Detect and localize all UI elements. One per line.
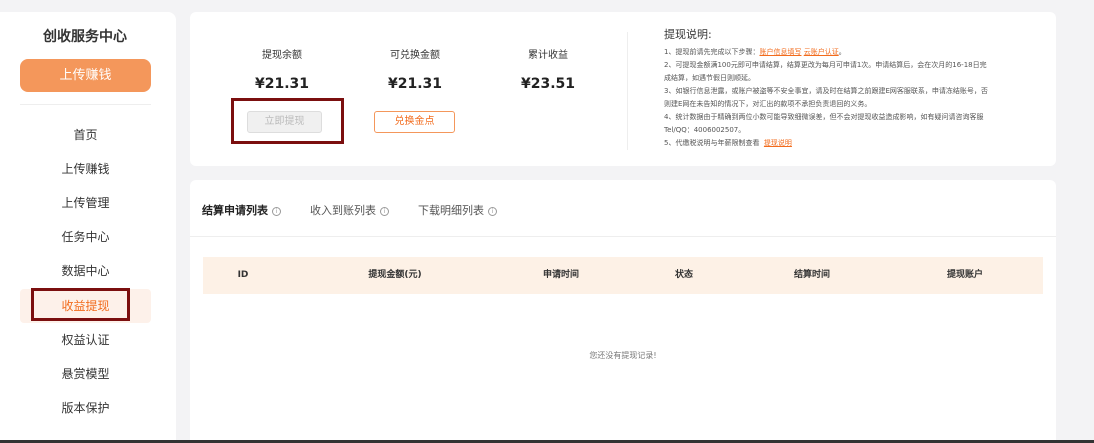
column-header-settle-time: 结算时间 [793, 270, 830, 280]
withdrawable-value: ¥21.31 [254, 76, 310, 92]
note-line-5: 5、代缴税说明与年薪限制查看 提现说明 [664, 137, 1042, 150]
sidebar-item-upload-manage[interactable]: 上传管理 [20, 186, 151, 220]
tab-download-detail-list-label: 下载明细列表 [418, 204, 484, 217]
empty-state-text: 您还没有提现记录! [589, 351, 657, 360]
column-header-status: 状态 [674, 270, 693, 280]
tab-income-list[interactable]: 收入到账列表 i [310, 202, 389, 218]
sidebar-item-task-center[interactable]: 任务中心 [20, 220, 151, 254]
account-info-link[interactable]: 账户信息填写 [759, 48, 801, 56]
info-icon: i [380, 207, 389, 216]
sidebar-item-version-protection[interactable]: 版本保护 [20, 391, 151, 425]
withdraw-notes: 1、提现前请先完成以下步骤：账户信息填写 云账户认证。 2、可提现金额满100元… [664, 46, 1042, 150]
note-line-4a: 4、统计数据由于精确到两位小数可能导致细微误差，但不会对提现收益造成影响，如有疑… [664, 113, 984, 121]
note-line-1-text: 1、提现前请先完成以下步骤： [664, 48, 760, 56]
note-line-2a: 2、可提现金额满100元即可申请结算，结算更改为每月可申请1次。申请结算后，会在… [664, 61, 987, 69]
tab-income-list-label: 收入到账列表 [310, 204, 376, 217]
tabs-divider [190, 236, 1056, 237]
records-card: 结算申请列表 i 收入到账列表 i 下载明细列表 i ID 提现金额(元) 申请时间 … [190, 180, 1056, 443]
withdrawable-label: 提现余额 [262, 50, 302, 61]
info-icon: i [272, 207, 281, 216]
upload-earn-button[interactable]: 上传赚钱 [20, 59, 151, 92]
column-header-apply-time: 申请时间 [542, 270, 579, 280]
info-icon: i [488, 207, 497, 216]
cumulative-value: ¥23.51 [520, 76, 576, 92]
sidebar-item-upload-earn[interactable]: 上传赚钱 [20, 152, 151, 186]
table-header: ID 提现金额(元) 申请时间 状态 结算时间 提现账户 [203, 257, 1043, 294]
column-header-account: 提现账户 [946, 270, 983, 280]
highlight-box-withdraw [231, 98, 344, 144]
column-header-amount: 提现金额(元) [368, 270, 422, 280]
cloud-account-auth-link[interactable]: 云账户认证 [804, 48, 839, 56]
sidebar-divider [20, 104, 151, 105]
notes-title: 提现说明: [664, 28, 712, 41]
column-header-id: ID [237, 270, 249, 280]
note-line-1-suffix: 。 [838, 48, 846, 56]
tab-settlement-list-label: 结算申请列表 [202, 204, 268, 217]
withdraw-explanation-link[interactable]: 提现说明 [764, 139, 792, 147]
brand-title: 创收服务中心 [43, 29, 127, 45]
tab-settlement-list[interactable]: 结算申请列表 i [202, 202, 281, 218]
note-line-3b: 则建E网在未告知的情况下，对汇出的款项不承担负责退回的义务。 [664, 100, 872, 108]
exchange-points-button[interactable]: 兑换金点 [374, 111, 455, 133]
tab-download-detail-list[interactable]: 下载明细列表 i [418, 202, 497, 218]
note-line-3a: 3、如银行信息泄露，或账户被盗等不安全事宜，请及时在结算之前跟建E网客服联系，申… [664, 87, 988, 95]
card-divider [627, 32, 628, 150]
exchangeable-label: 可兑换金额 [390, 50, 440, 61]
sidebar-item-rights-certification[interactable]: 权益认证 [20, 323, 151, 357]
note-line-2b: 成结算，如遇节假日则顺延。 [664, 74, 755, 82]
exchangeable-value: ¥21.31 [387, 76, 443, 92]
sidebar: 创收服务中心 上传赚钱 首页 上传赚钱 上传管理 任务中心 数据中心 收益提现 … [0, 12, 176, 443]
cumulative-label: 累计收益 [528, 50, 568, 61]
note-line-5-text: 5、代缴税说明与年薪限制查看 [664, 139, 760, 147]
sidebar-item-bounty-model[interactable]: 悬赏模型 [20, 357, 151, 391]
sidebar-item-data-center[interactable]: 数据中心 [20, 254, 151, 288]
highlight-box-sidebar [31, 288, 130, 321]
sidebar-item-home[interactable]: 首页 [20, 118, 151, 152]
note-line-1: 1、提现前请先完成以下步骤：账户信息填写 云账户认证。 [664, 46, 1042, 59]
note-line-4b: Tel/QQ：4006002507。 [664, 126, 746, 134]
